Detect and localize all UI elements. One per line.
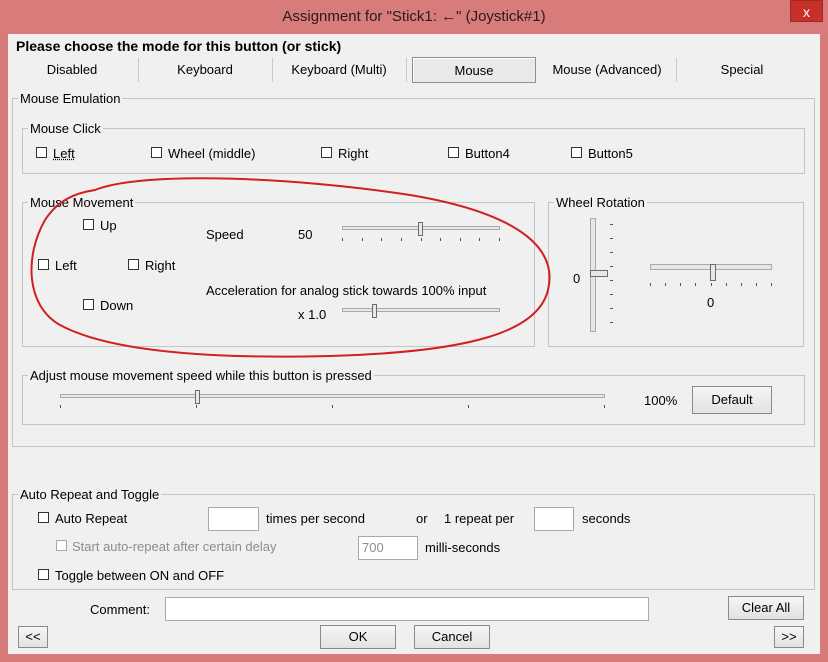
auto-repeat-title: Auto Repeat and Toggle	[18, 487, 162, 502]
comment-label: Comment:	[90, 602, 150, 617]
seconds-label: seconds	[582, 511, 631, 526]
delay-label: Start auto-repeat after certain delay	[72, 539, 277, 554]
delay-checkbox[interactable]	[56, 540, 67, 551]
cancel-button[interactable]: Cancel	[414, 625, 490, 649]
clear-all-button[interactable]: Clear All	[728, 596, 804, 620]
toggle-label: Toggle between ON and OFF	[55, 568, 225, 583]
previous-button[interactable]: <<	[18, 626, 48, 648]
auto-repeat-label: Auto Repeat	[55, 511, 128, 526]
toggle-checkbox[interactable]	[38, 569, 49, 580]
repeat-seconds-input[interactable]	[534, 507, 574, 531]
milliseconds-label: milli-seconds	[425, 540, 501, 555]
next-button[interactable]: >>	[774, 626, 804, 648]
times-per-second-input[interactable]	[208, 507, 259, 531]
times-per-second-label: times per second	[266, 511, 365, 526]
repeat-per-label: 1 repeat per	[444, 511, 515, 526]
or-label: or	[416, 511, 428, 526]
annotation-ellipse	[30, 177, 551, 358]
delay-ms-input[interactable]: 700	[358, 536, 418, 560]
ok-button[interactable]: OK	[320, 625, 396, 649]
comment-input[interactable]	[165, 597, 649, 621]
auto-repeat-checkbox[interactable]	[38, 512, 49, 523]
